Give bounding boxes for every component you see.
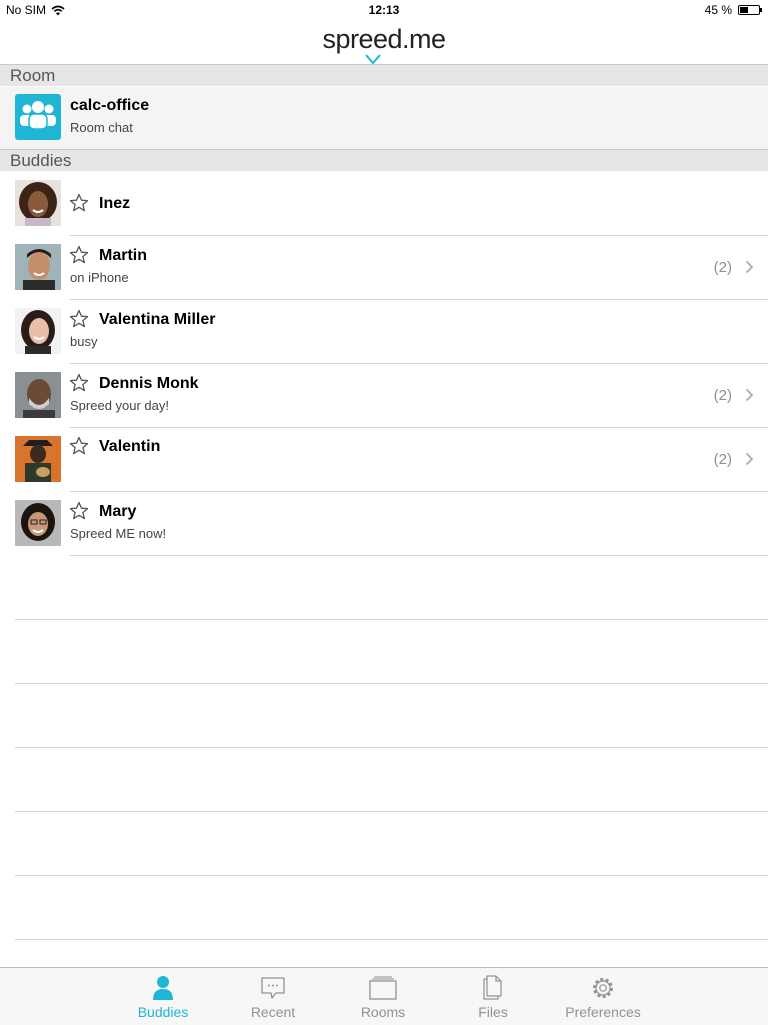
app-logo: spreed.me — [322, 24, 446, 54]
buddy-name: Inez — [99, 195, 131, 212]
tab-label: Preferences — [565, 1004, 641, 1020]
buddy-row-inez[interactable]: Inez — [0, 172, 768, 236]
avatar — [15, 180, 61, 226]
navigation-bar: spreed.me — [0, 20, 768, 65]
unread-count: (2) — [713, 259, 732, 276]
buddy-status: busy — [70, 334, 98, 349]
buddy-row-dennis-monk[interactable]: Dennis Monk Spreed your day! (2) — [0, 364, 768, 428]
buddy-row-martin[interactable]: Martin on iPhone (2) — [0, 236, 768, 300]
avatar — [15, 244, 61, 290]
empty-row-separator — [15, 875, 768, 876]
tab-label: Rooms — [360, 1004, 406, 1020]
room-subtitle: Room chat — [70, 120, 133, 135]
tab-rooms[interactable]: Rooms — [343, 968, 423, 1025]
tab-preferences[interactable]: Preferences — [563, 968, 643, 1025]
room-row-calc-office[interactable]: calc-office Room chat — [0, 87, 768, 149]
chevron-right-icon — [745, 260, 754, 274]
favorite-star-icon[interactable] — [69, 193, 89, 213]
buddy-name: Valentin — [99, 438, 161, 455]
empty-row-separator — [15, 811, 768, 812]
favorite-star-icon[interactable] — [69, 373, 89, 393]
tab-label: Buddies — [137, 1004, 189, 1020]
tab-label: Files — [478, 1004, 508, 1020]
status-time: 12:13 — [368, 3, 400, 17]
avatar — [15, 308, 61, 354]
room-section-header: Room — [0, 64, 768, 86]
chevron-right-icon — [745, 388, 754, 402]
buddy-name: Mary — [99, 503, 137, 520]
unread-count: (2) — [713, 451, 732, 468]
favorite-star-icon[interactable] — [69, 436, 89, 456]
buddy-name: Valentina Miller — [99, 311, 216, 328]
buddy-status: Spreed ME now! — [70, 526, 167, 541]
avatar — [15, 372, 61, 418]
buddy-row-valentina-miller[interactable]: Valentina Miller busy — [0, 300, 768, 364]
empty-row-separator — [15, 683, 768, 684]
favorite-star-icon[interactable] — [69, 309, 89, 329]
battery-icon — [738, 5, 762, 15]
buddy-name: Martin — [99, 247, 147, 264]
room-name: calc-office — [70, 97, 150, 114]
chevron-right-icon — [745, 452, 754, 466]
tab-files[interactable]: Files — [453, 968, 533, 1025]
tab-label: Recent — [250, 1004, 296, 1020]
unread-count: (2) — [713, 387, 732, 404]
buddy-name: Dennis Monk — [99, 375, 199, 392]
person-icon — [153, 976, 173, 1000]
empty-row-separator — [15, 747, 768, 748]
room-group-icon — [15, 94, 61, 140]
tab-buddies[interactable]: Buddies — [123, 968, 203, 1025]
buddy-status: Spreed your day! — [70, 398, 170, 413]
gear-icon — [593, 978, 613, 998]
tab-bar: Buddies Recent Rooms Files Preferences — [0, 967, 768, 1025]
status-bar: No SIM 12:13 45 % — [0, 0, 768, 20]
buddy-row-mary[interactable]: Mary Spreed ME now! — [0, 492, 768, 556]
favorite-star-icon[interactable] — [69, 245, 89, 265]
chat-bubble-icon — [261, 977, 285, 999]
files-icon — [483, 975, 502, 1000]
empty-row-separator — [15, 619, 768, 620]
buddy-row-valentin[interactable]: Valentin (2) — [0, 428, 768, 492]
favorite-star-icon[interactable] — [69, 501, 89, 521]
row-separator — [70, 555, 768, 556]
avatar — [15, 436, 61, 482]
rooms-icon — [369, 976, 397, 1000]
empty-row-separator — [15, 939, 768, 940]
buddies-section-header: Buddies — [0, 149, 768, 171]
battery-percent: 45 % — [704, 3, 732, 17]
tab-recent[interactable]: Recent — [233, 968, 313, 1025]
buddy-status: on iPhone — [70, 270, 129, 285]
avatar — [15, 500, 61, 546]
